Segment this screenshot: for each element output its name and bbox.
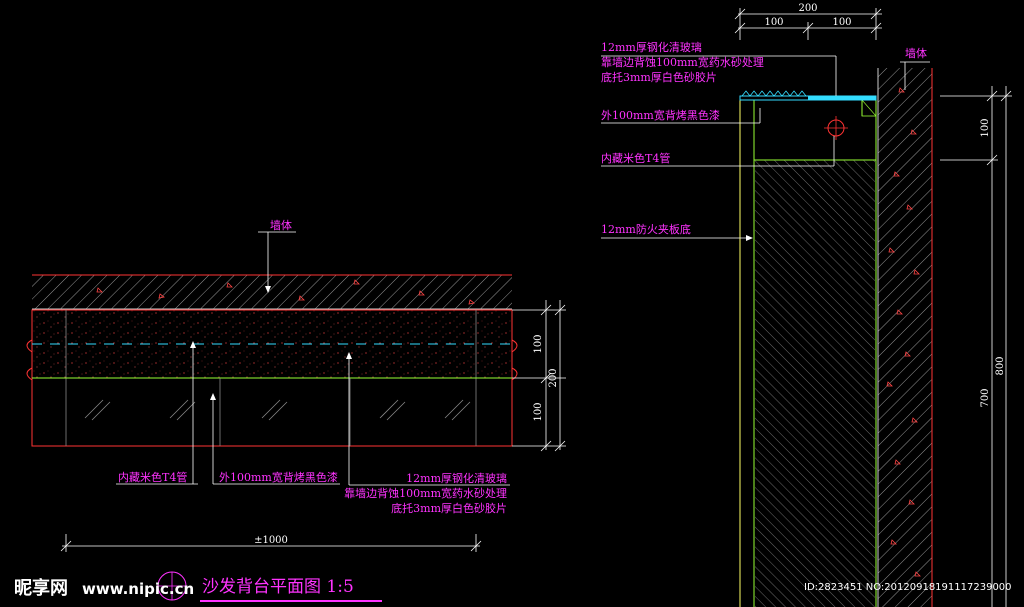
section-arrow-board: [746, 235, 753, 241]
section-label-board: 12mm防火夹板底: [601, 222, 691, 236]
plan-label-t4: 内藏米色T4管: [118, 470, 187, 484]
watermark-logo: 昵享网: [14, 577, 68, 599]
section-label-glass-2: 靠墙边背蚀100mm宽药水砂处理: [601, 55, 764, 69]
section-label-glass-3: 底托3mm厚白色砂胶片: [601, 70, 717, 84]
section-dimensions-vertical: [940, 86, 1012, 607]
section-dim-top-100-left: 100: [764, 17, 783, 28]
plan-label-glass-3: 底托3mm厚白色砂胶片: [391, 501, 507, 515]
section-glass-sand-strip: [808, 96, 876, 100]
plan-break-right: [511, 339, 518, 381]
plan-wall-label: 墙体: [270, 218, 292, 232]
watermark-site: www.nipic.cn: [82, 580, 194, 598]
section-body-hatch: [755, 160, 875, 607]
plan-wall-hatch: [32, 275, 512, 309]
plan-dim-100-lower: 100: [533, 402, 544, 421]
plan-arrow-paint: [210, 393, 216, 400]
cad-drawing: 墙体 100 100 200 内藏米色T4管 外100mm宽背烤黑色漆 12mm…: [14, 3, 1012, 607]
section-dim-top-200: 200: [798, 3, 817, 14]
section-sandblast-zigzag: [741, 90, 807, 97]
watermark-id: ID:2823451 NO:20120918191117239000: [804, 582, 1012, 593]
plan-glass-panels: [84, 378, 471, 446]
section-label-glass-1: 12mm厚钢化清玻璃: [601, 40, 702, 54]
plan-label-glass-1: 12mm厚钢化清玻璃: [406, 471, 507, 485]
section-dim-100: 100: [980, 118, 991, 137]
plan-view: 墙体 100 100 200 内藏米色T4管 外100mm宽背烤黑色漆 12mm…: [26, 218, 566, 602]
section-dim-800: 800: [995, 356, 1006, 375]
plan-label-paint: 外100mm宽背烤黑色漆: [219, 470, 338, 484]
plan-dim-200: 200: [548, 368, 559, 387]
section-label-paint: 外100mm宽背烤黑色漆: [601, 108, 720, 122]
section-t4-tube: [824, 116, 848, 140]
plan-label-glass-2: 靠墙边背蚀100mm宽药水砂处理: [344, 486, 507, 500]
plan-break-left: [26, 339, 33, 381]
section-label-t4: 内藏米色T4管: [601, 151, 670, 165]
section-dim-700: 700: [980, 388, 991, 407]
plan-dim-width: ±1000: [254, 535, 288, 546]
section-wall-label: 墙体: [905, 46, 927, 60]
section-view: 200 100 100 墙体 12mm厚钢化清玻璃 靠墙边背蚀100mm宽药水砂…: [601, 3, 1012, 607]
section-wall-hatch: [878, 68, 932, 607]
section-dim-top-100-right: 100: [832, 17, 851, 28]
plan-dim-100-upper: 100: [533, 334, 544, 353]
plan-title: 沙发背台平面图 1:5: [202, 577, 354, 597]
